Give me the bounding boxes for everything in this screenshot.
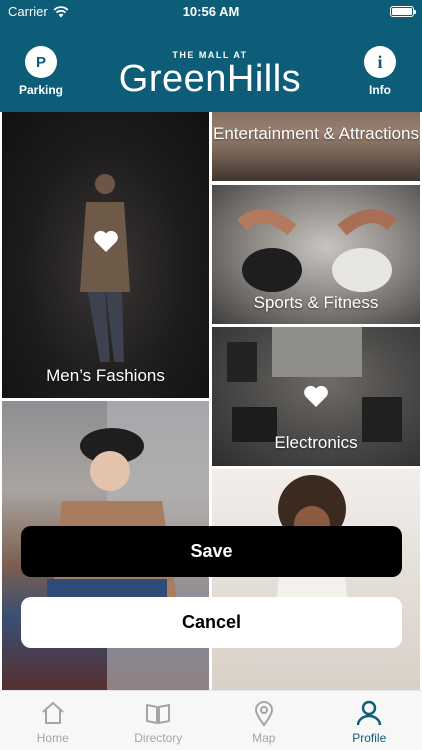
status-bar: Carrier 10:56 AM — [0, 0, 422, 24]
person-icon — [357, 700, 382, 726]
man-figure-image — [80, 174, 130, 362]
favorite-heart-icon[interactable] — [93, 229, 119, 253]
parking-icon: P — [25, 46, 57, 78]
parking-label: Parking — [18, 83, 63, 97]
app-header: P Parking THE MALL AT GreenHills i Info — [0, 24, 422, 112]
tab-bar: Home Directory Map Profile — [0, 690, 422, 750]
child-figure-image — [272, 475, 352, 639]
category-tile-kids[interactable] — [212, 469, 420, 690]
cancel-button[interactable]: Cancel — [21, 597, 402, 648]
logo-large-text: GreenHills — [118, 58, 302, 100]
category-label: Entertainment & Attractions — [213, 124, 419, 143]
home-icon — [42, 702, 64, 724]
category-label: Men’s Fashions — [46, 366, 165, 385]
category-tile-mens-fashions[interactable]: Men’s Fashions — [2, 112, 209, 398]
favorite-heart-icon[interactable] — [303, 384, 329, 408]
category-tile-sports[interactable]: Sports & Fitness — [212, 185, 420, 324]
tab-label: Home — [36, 731, 69, 745]
tab-label: Directory — [134, 731, 183, 745]
status-time: 10:56 AM — [182, 4, 240, 19]
parking-button[interactable]: P Parking — [13, 46, 69, 97]
battery-icon — [390, 6, 416, 17]
category-label: Electronics — [274, 433, 358, 452]
tab-map[interactable]: Map — [211, 691, 317, 750]
save-button[interactable]: Save — [21, 526, 402, 577]
mall-logo: THE MALL AT GreenHills — [110, 50, 310, 98]
info-button[interactable]: i Info — [352, 46, 408, 97]
book-icon — [146, 704, 171, 724]
category-tile-entertainment[interactable]: Entertainment & Attractions — [212, 112, 420, 181]
category-label: Sports & Fitness — [253, 293, 379, 312]
tab-label: Profile — [352, 731, 387, 745]
map-pin-icon — [254, 701, 273, 727]
category-tile-electronics[interactable]: Electronics — [212, 327, 420, 466]
tab-label: Map — [252, 731, 276, 745]
tab-profile[interactable]: Profile — [317, 691, 422, 750]
info-icon: i — [364, 46, 396, 78]
tab-home[interactable]: Home — [0, 691, 106, 750]
info-label: Info — [369, 83, 391, 97]
tab-directory[interactable]: Directory — [106, 691, 212, 750]
